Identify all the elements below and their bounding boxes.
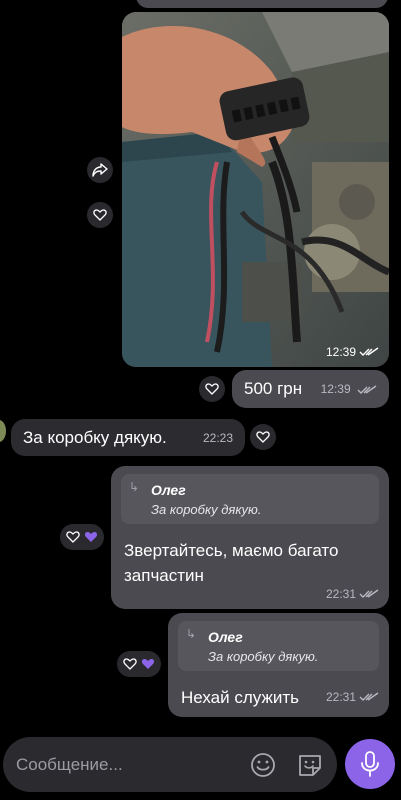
outgoing-message[interactable]: 500 грн 12:39 [232,370,389,408]
message-time: 12:39 [321,382,377,396]
incoming-message[interactable]: За коробку дякую. 22:23 [11,419,245,456]
avatar[interactable] [0,420,6,442]
message-time: 22:31 [326,690,379,704]
emoji-button[interactable] [249,751,277,779]
message-text: Звертайтесь, маємо багато запчастин [124,538,338,588]
smiley-icon [251,753,275,777]
message-time: 22:31 [326,587,379,601]
reply-message[interactable]: ↳ Олег За коробку дякую. Звертайтесь, ма… [111,466,389,609]
forward-icon [92,163,108,177]
photo-time-text: 12:39 [325,345,356,359]
message-line: запчастин [124,566,204,585]
previous-message-bubble[interactable] [136,0,388,8]
read-ticks-icon [357,385,377,394]
read-ticks-icon [359,589,379,598]
message-composer[interactable] [3,737,337,792]
reply-arrow-icon: ↳ [186,627,197,641]
message-line: Звертайтесь, маємо багато [124,541,339,560]
quoted-message[interactable]: ↳ Олег За коробку дякую. [178,621,379,671]
like-button[interactable] [87,202,113,228]
reply-message[interactable]: ↳ Олег За коробку дякую. Нехай служить 2… [168,613,389,717]
reply-arrow-icon: ↳ [129,480,140,494]
reactions[interactable] [60,524,104,550]
purple-heart-icon [84,532,98,542]
heart-icon [256,431,270,443]
purple-heart-icon [141,659,155,669]
microphone-icon [361,751,379,777]
message-text: Нехай служить [181,688,299,707]
heart-icon [205,383,219,395]
photo-image [122,12,389,367]
photo-time: 12:39 [326,345,379,359]
message-input[interactable] [16,753,236,777]
message-time-text: 22:31 [325,690,356,704]
like-button[interactable] [250,424,276,450]
quote-text: За коробку дякую. [208,649,319,664]
quote-author: Олег [151,482,186,498]
photo-message[interactable]: 12:39 [122,12,389,367]
message-time-text: 22:31 [325,587,356,601]
sticker-icon [299,755,321,776]
heart-icon [66,531,80,543]
heart-icon [123,658,137,670]
read-ticks-icon [359,692,379,701]
message-time-text: 12:39 [320,382,351,396]
message-text: 500 грн [244,379,303,398]
forward-button[interactable] [87,157,113,183]
quoted-message[interactable]: ↳ Олег За коробку дякую. [121,474,379,524]
message-text: За коробку дякую. [23,427,167,447]
reactions[interactable] [117,651,161,677]
message-time: 22:23 [202,430,233,445]
like-button[interactable] [199,376,225,402]
read-ticks-icon [359,347,379,356]
heart-icon [93,209,107,221]
sticker-button[interactable] [296,751,324,779]
quote-author: Олег [208,629,243,645]
quote-text: За коробку дякую. [151,502,262,517]
voice-record-button[interactable] [345,739,395,789]
